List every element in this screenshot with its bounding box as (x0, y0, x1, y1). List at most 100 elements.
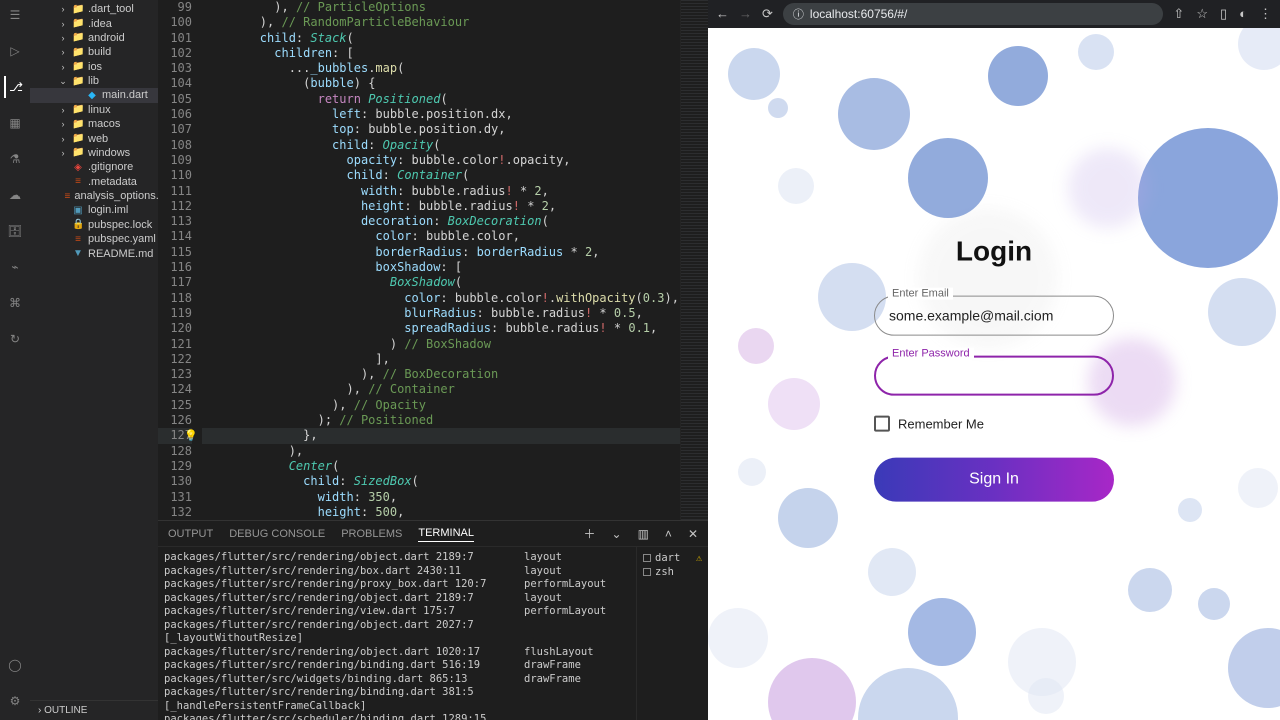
nav-reload-icon[interactable]: ⟳ (762, 6, 773, 22)
panel-split-icon[interactable]: ▥ (638, 527, 649, 541)
file-tree-item[interactable]: ▼README.md (30, 246, 158, 260)
file-tree-item[interactable]: ≡analysis_options.yaml (30, 189, 158, 203)
file-tree-item[interactable]: ›📁android (30, 31, 158, 45)
nav-back-icon[interactable]: ← (716, 6, 729, 22)
database-icon[interactable]: 🗄 (4, 220, 26, 242)
code-line[interactable]: decoration: BoxDecoration( (202, 214, 680, 229)
code-line[interactable]: ), // BoxDecoration (202, 367, 680, 382)
code-line[interactable]: top: bubble.position.dy, (202, 122, 680, 137)
account-icon[interactable]: ◯ (4, 654, 26, 676)
code-editor[interactable]: 9910010110210310410510610710810911011111… (158, 0, 708, 520)
background-bubble (768, 378, 820, 430)
code-line[interactable]: boxShadow: [ (202, 260, 680, 275)
code-line[interactable]: ], (202, 352, 680, 367)
file-tree-item[interactable]: ›📁windows (30, 146, 158, 160)
code-line[interactable]: child: Opacity( (202, 138, 680, 153)
file-tree-item[interactable]: ⌄📁lib (30, 74, 158, 88)
panel-tab-problems[interactable]: PROBLEMS (341, 526, 402, 542)
file-tree-item[interactable]: ›📁web (30, 131, 158, 145)
panel-add-icon[interactable]: ＋ (584, 525, 596, 542)
code-line[interactable]: ), (202, 444, 680, 459)
panel-tab-debug-console[interactable]: DEBUG CONSOLE (229, 526, 325, 542)
file-tree-item[interactable]: ◈.gitignore (30, 160, 158, 174)
code-line[interactable]: ), // Container (202, 382, 680, 397)
file-tree-item[interactable]: 🔒pubspec.lock (30, 218, 158, 232)
run-icon[interactable]: ▷ (4, 40, 26, 62)
extensions-icon[interactable]: ▦ (4, 112, 26, 134)
terminal-icon (643, 554, 651, 562)
share-icon[interactable]: ⇧ (1173, 6, 1184, 22)
panel-tab-output[interactable]: OUTPUT (168, 526, 213, 542)
todo-icon[interactable]: ⌁ (4, 256, 26, 278)
file-tree-item[interactable]: ›📁linux (30, 103, 158, 117)
outline-section-header[interactable]: OUTLINE (30, 700, 158, 720)
nav-forward-icon[interactable]: → (739, 6, 752, 22)
remember-me-checkbox[interactable] (874, 416, 890, 432)
profile-icon[interactable]: ◐ (1239, 6, 1247, 22)
address-bar[interactable]: ⓘ localhost:60756/#/ (783, 3, 1164, 25)
code-line[interactable]: ), // RandomParticleBehaviour (202, 15, 680, 30)
login-card: Login Enter Email Enter Password Remembe… (864, 236, 1124, 502)
file-tree-item[interactable]: ›📁macos (30, 117, 158, 131)
code-line[interactable]: height: 500, (202, 505, 680, 520)
explorer-icon[interactable]: ☰ (4, 4, 26, 26)
code-line[interactable]: ..._bubbles.map( (202, 61, 680, 76)
code-line[interactable]: Center( (202, 459, 680, 474)
terminal-output[interactable]: packages/flutter/src/rendering/object.da… (158, 547, 636, 720)
code-line[interactable]: opacity: bubble.color!.opacity, (202, 153, 680, 168)
code-line[interactable]: width: bubble.radius! * 2, (202, 184, 680, 199)
site-info-icon[interactable]: ⓘ (793, 6, 804, 22)
code-line[interactable]: child: Stack( (202, 31, 680, 46)
code-line[interactable]: BoxShadow( (202, 275, 680, 290)
file-tree-item[interactable]: ▣login.iml (30, 203, 158, 217)
sync-icon[interactable]: ↻ (4, 328, 26, 350)
file-tree-label: .idea (88, 18, 112, 30)
file-tree-item[interactable]: ›📁.idea (30, 16, 158, 30)
code-line[interactable]: color: bubble.color, (202, 229, 680, 244)
file-tree-item[interactable]: ›📁.dart_tool (30, 2, 158, 16)
settings-gear-icon[interactable]: ⚙ (4, 690, 26, 712)
file-tree-item[interactable]: ≡.metadata (30, 175, 158, 189)
source-control-icon[interactable]: ⎇ (4, 76, 26, 98)
email-input[interactable] (874, 296, 1114, 336)
code-line[interactable]: children: [ (202, 46, 680, 61)
code-line[interactable]: blurRadius: bubble.radius! * 0.5, (202, 306, 680, 321)
remote-icon[interactable]: ☁ (4, 184, 26, 206)
code-line[interactable]: ), // ParticleOptions (202, 0, 680, 15)
code-line[interactable]: (bubble) { (202, 76, 680, 91)
file-tree-item[interactable]: ›📁ios (30, 60, 158, 74)
panel-close-icon[interactable]: ✕ (688, 527, 698, 541)
code-line[interactable]: borderRadius: borderRadius * 2, (202, 245, 680, 260)
sign-in-button[interactable]: Sign In (874, 458, 1114, 502)
code-line[interactable]: child: Container( (202, 168, 680, 183)
file-tree-item[interactable]: ◆main.dart (30, 88, 158, 102)
file-tree-item[interactable]: ›📁build (30, 45, 158, 59)
panel-tab-terminal[interactable]: TERMINAL (418, 525, 474, 542)
code-line[interactable]: color: bubble.color!.withOpacity(0.3), (202, 291, 680, 306)
code-line[interactable]: width: 350, (202, 490, 680, 505)
code-line[interactable]: 💡 }, (202, 428, 680, 443)
testing-icon[interactable]: ⚗ (4, 148, 26, 170)
password-input[interactable] (874, 356, 1114, 396)
code-line[interactable]: ) // BoxShadow (202, 337, 680, 352)
lightbulb-icon[interactable]: 💡 (184, 428, 198, 443)
reader-icon[interactable]: ▯ (1220, 6, 1227, 22)
code-line[interactable]: ); // Positioned (202, 413, 680, 428)
terminal-session-zsh[interactable]: zsh (643, 565, 702, 579)
minimap[interactable] (680, 0, 708, 520)
bookmark-icon[interactable]: ☆ (1196, 6, 1208, 22)
python-icon[interactable]: ⌘ (4, 292, 26, 314)
code-line[interactable]: height: bubble.radius! * 2, (202, 199, 680, 214)
code-line[interactable]: left: bubble.position.dx, (202, 107, 680, 122)
code-line[interactable]: child: SizedBox( (202, 474, 680, 489)
code-line[interactable]: return Positioned( (202, 92, 680, 107)
panel-maximize-icon[interactable]: ˄ (665, 527, 672, 541)
code-line[interactable]: spreadRadius: bubble.radius! * 0.1, (202, 321, 680, 336)
code-body[interactable]: ), // ParticleOptions ), // RandomPartic… (202, 0, 680, 520)
terminal-line: packages/flutter/src/rendering/binding.d… (164, 686, 630, 700)
code-line[interactable]: ), // Opacity (202, 398, 680, 413)
file-tree-item[interactable]: ≡pubspec.yaml (30, 232, 158, 246)
panel-dropdown-icon[interactable]: ⌄ (612, 527, 622, 541)
kebab-menu-icon[interactable]: ⋮ (1259, 6, 1272, 22)
terminal-session-dart[interactable]: dart⚠ (643, 551, 702, 565)
